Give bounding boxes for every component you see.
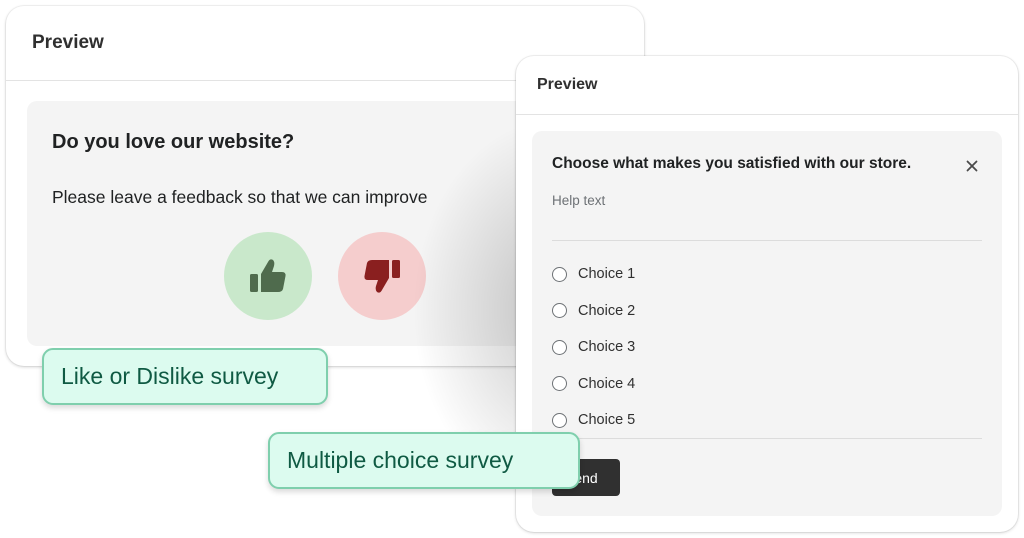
choice-option[interactable]: Choice 3 [552,329,635,366]
card-title: Preview [537,76,598,93]
thumbs-up-icon [250,259,286,292]
radio-button[interactable] [552,412,567,428]
label-text: Multiple choice survey [287,447,514,473]
radio-button[interactable] [552,339,567,355]
choice-option[interactable]: Choice 2 [552,293,635,330]
help-text: Help text [552,193,606,208]
divider [552,240,982,241]
dislike-button[interactable] [338,232,426,320]
close-icon [966,160,978,172]
choice-label: Choice 3 [578,339,636,356]
like-dislike-survey-label: Like or Dislike survey [42,348,328,405]
thumbs-down-icon [364,260,400,293]
choice-label: Choice 4 [578,375,636,392]
multiple-choice-preview-card: Preview Choose what makes you satisfied … [516,56,1018,532]
survey-question: Choose what makes you satisfied with our… [552,155,912,172]
radio-button[interactable] [552,376,567,392]
radio-button[interactable] [552,303,567,319]
choice-option[interactable]: Choice 1 [552,256,635,293]
card-header: Preview [516,56,1018,115]
close-button[interactable] [963,157,981,175]
survey-subtext: Please leave a feedback so that we can i… [52,187,428,207]
divider [552,438,982,439]
label-text: Like or Dislike survey [61,363,279,389]
like-button[interactable] [224,232,312,320]
choice-list: Choice 1 Choice 2 Choice 3 Choice 4 Choi… [552,256,635,439]
choice-label: Choice 2 [578,302,636,319]
choice-label: Choice 5 [578,412,636,429]
survey-body: Choose what makes you satisfied with our… [532,131,1002,516]
survey-question: Do you love our website? [52,131,295,153]
choice-label: Choice 1 [578,266,636,283]
multiple-choice-survey-label: Multiple choice survey [268,432,580,489]
card-title: Preview [32,32,104,53]
choice-option[interactable]: Choice 4 [552,366,635,403]
radio-button[interactable] [552,266,567,282]
